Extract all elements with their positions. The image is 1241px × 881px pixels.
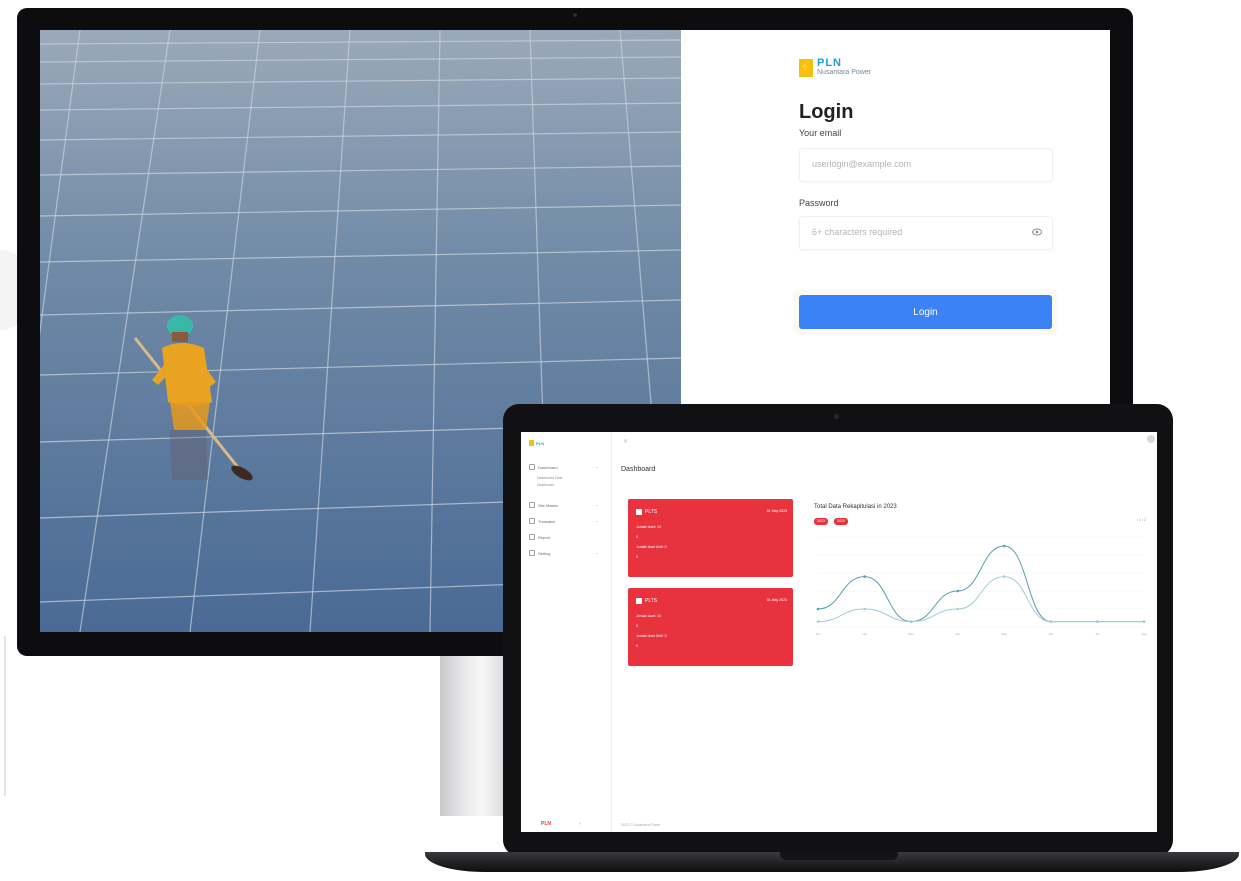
stat-card[interactable]: PLTS 01 May 2023 Jumlah Aset: 10 0 Jumla… [628,588,793,666]
stat-card-name: PLTS [645,509,658,515]
chevron-down-icon: ⌄ [595,464,599,469]
data-point[interactable] [909,620,913,623]
dashboard-icon [529,464,535,470]
stat-card-row: 0 [636,555,638,559]
avatar[interactable] [1147,435,1155,443]
data-point[interactable] [956,589,960,593]
footer-brand: PLN [541,821,551,827]
email-label: Your email [799,128,842,138]
x-tick-label: Jun [1048,632,1053,636]
stat-card-row: 0 [636,644,638,648]
pln-logo: ⚡ PLN Nusantara Power [799,58,871,77]
sidebar-item-report[interactable]: Report [529,534,550,540]
data-point[interactable] [956,607,960,611]
transaction-icon [529,518,535,524]
login-button[interactable]: Login [799,295,1052,329]
data-point[interactable] [1142,620,1146,623]
x-tick-label: Jan [816,632,821,636]
stat-card[interactable]: PLTS 01 May 2023 Jumlah Aset: 10 0 Jumla… [628,499,793,577]
sidebar-item-setting[interactable]: Setting [529,550,550,556]
stat-card-row: 0 [636,624,638,628]
logo-name: PLN [817,57,842,69]
data-point[interactable] [1002,575,1006,578]
asset-icon [636,598,642,604]
laptop-camera [834,414,839,419]
stat-card-row: Jumlah Aset: 10 [636,525,661,529]
menu-toggle-icon[interactable]: ✕ [623,438,628,445]
data-point[interactable] [816,620,820,623]
chevron-down-icon: ⌄ [595,502,599,507]
asset-icon [636,509,642,515]
chevron-down-icon: ⌄ [595,550,599,555]
page-title: Dashboard [621,466,656,473]
data-point[interactable] [863,575,866,578]
sidebar-item-dashboard[interactable]: Dashboard [529,464,558,470]
x-tick-label: Mar [909,632,914,636]
x-tick-label: May [1001,632,1007,636]
dashboard-sidebar: PLN Dashboard ⌄ Dashboard Data Dashboard… [521,432,612,832]
data-point[interactable] [816,607,820,611]
stat-card-row: Jumlah Aset Aktif: 0 [636,545,667,549]
stat-card-row: 0 [636,535,638,539]
sidebar-label: Setting [538,550,551,556]
report-icon [529,534,535,540]
x-tick-label: Aug [1141,632,1147,636]
data-point[interactable] [1096,620,1099,623]
dashboard-logo-name: PLN [536,440,544,446]
line-chart: Jan Feb Mar Apr May Jun Jul Aug [816,536,1147,636]
password-placeholder: 6+ characters required [812,227,903,237]
stat-card-row: Jumlah Aset Aktif: 0 [636,634,667,638]
sidebar-subitem-dashboard[interactable]: Dashboard [537,483,554,487]
stat-card-name: PLTS [645,598,658,604]
lightning-icon [529,440,534,446]
data-point[interactable] [863,607,866,611]
footer-copyright: 2023 © Nusantara Power [621,823,661,827]
laptop: PLN Dashboard ⌄ Dashboard Data Dashboard… [503,404,1173,856]
password-label: Password [799,198,839,208]
x-tick-label: Jul [1096,632,1100,636]
gear-icon [529,550,535,556]
chart-card: Total Data Rekapitulasi in 2023 2023 202… [804,492,1154,647]
sidebar-label: Dashboard [538,464,558,470]
login-title: Login [799,101,854,123]
email-field[interactable]: userlogin@example.com [799,148,1053,182]
background-line [4,636,6,796]
logo-subtitle: Nusantara Power [817,69,872,76]
sidebar-subitem-dashboard-data[interactable]: Dashboard Data [537,476,563,480]
eye-icon[interactable] [1032,228,1042,236]
monitor-stand [440,656,510,816]
sidebar-item-transaksi[interactable]: Transaksi [529,518,555,524]
password-field[interactable]: 6+ characters required [799,216,1053,250]
sidebar-label: Transaksi [538,518,556,524]
email-placeholder: userlogin@example.com [812,159,912,169]
chevron-right-icon[interactable]: › [579,821,581,827]
stat-card-date: 01 May 2023 [766,598,787,602]
laptop-screen: PLN Dashboard ⌄ Dashboard Data Dashboard… [521,432,1157,832]
monitor-camera [573,13,577,17]
x-tick-label: Feb [862,632,868,636]
dashboard-logo: PLN [529,440,544,446]
sidebar-item-site-master[interactable]: Site Master [529,502,558,508]
data-point[interactable] [1049,620,1053,623]
sidebar-label: Site Master [538,502,559,508]
lightning-icon: ⚡ [799,58,813,77]
x-tick-label: Apr [955,632,960,636]
series-line [817,545,1144,623]
database-icon [529,502,535,508]
stat-card-date: 01 May 2023 [766,509,787,513]
sidebar-label: Report [538,534,551,540]
series-line [817,576,1144,623]
data-point[interactable] [1002,544,1006,548]
stat-card-row: Jumlah Aset: 10 [636,614,661,618]
chevron-down-icon: ⌄ [595,518,599,523]
laptop-notch [780,852,898,860]
